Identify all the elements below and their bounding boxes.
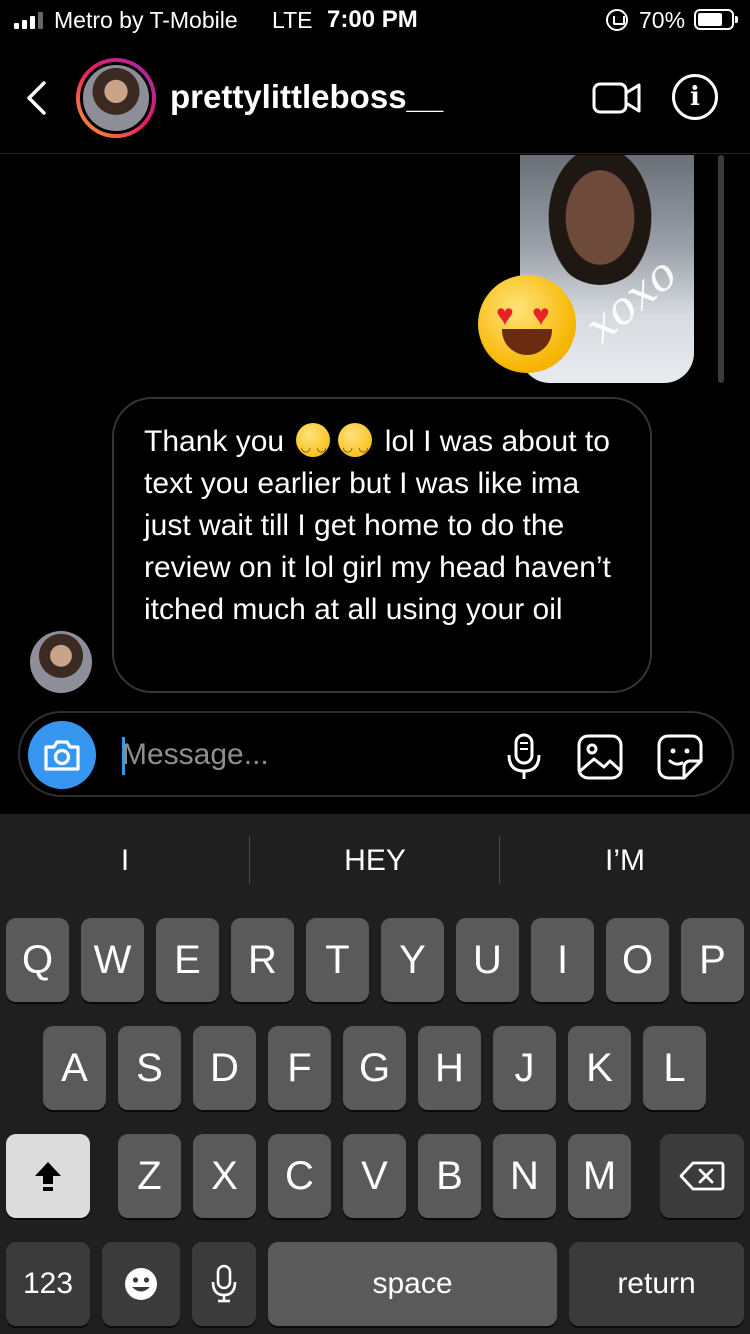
key-p[interactable]: P — [681, 918, 744, 1002]
shift-key[interactable] — [6, 1134, 90, 1218]
key-x[interactable]: X — [193, 1134, 256, 1218]
chevron-left-icon[interactable] — [24, 80, 48, 116]
incoming-message-bubble[interactable]: Thank you lol I was about to text you ea… — [112, 397, 652, 693]
contact-avatar[interactable] — [76, 58, 156, 138]
carrier-name: Metro by T-Mobile — [54, 7, 238, 33]
sender-avatar[interactable] — [30, 631, 92, 693]
camera-icon — [44, 740, 80, 771]
message-thread[interactable]: xoxo ♥ ♥ Thank you lol I was about to te… — [0, 155, 750, 710]
cellular-signal-icon — [14, 11, 43, 29]
message-composer — [18, 711, 734, 797]
microphone-icon[interactable] — [504, 733, 544, 781]
keyboard: I HEY I’M Q W E R T Y U I O P A S D F G … — [0, 814, 750, 1334]
contact-username[interactable]: prettylittleboss__ — [170, 78, 443, 116]
heart-eyes-emoji-icon[interactable]: ♥ ♥ — [478, 275, 576, 373]
status-time: 7:00 PM — [327, 6, 418, 33]
return-key[interactable]: return — [569, 1242, 744, 1326]
key-i[interactable]: I — [531, 918, 594, 1002]
emoji-key[interactable] — [102, 1242, 180, 1326]
delete-key[interactable] — [660, 1134, 744, 1218]
emoji-icon — [125, 1268, 157, 1300]
orientation-lock-icon — [606, 9, 628, 31]
key-s[interactable]: S — [118, 1026, 181, 1110]
key-z[interactable]: Z — [118, 1134, 181, 1218]
space-key[interactable]: space — [268, 1242, 557, 1326]
battery-percentage: 70% — [639, 7, 686, 33]
key-a[interactable]: A — [43, 1026, 106, 1110]
numbers-key[interactable]: 123 — [6, 1242, 90, 1326]
key-t[interactable]: T — [306, 918, 369, 1002]
predictive-suggestions: I HEY I’M — [0, 814, 750, 914]
key-j[interactable]: J — [493, 1026, 556, 1110]
camera-button[interactable] — [28, 721, 96, 789]
key-r[interactable]: R — [231, 918, 294, 1002]
key-m[interactable]: M — [568, 1134, 631, 1218]
relieved-face-emoji-icon — [296, 423, 331, 468]
key-g[interactable]: G — [343, 1026, 406, 1110]
key-c[interactable]: C — [268, 1134, 331, 1218]
sticker-icon[interactable] — [656, 733, 704, 781]
key-o[interactable]: O — [606, 918, 669, 1002]
network-type: LTE — [272, 7, 313, 33]
key-e[interactable]: E — [156, 918, 219, 1002]
key-q[interactable]: Q — [6, 918, 69, 1002]
dictation-key[interactable] — [192, 1242, 256, 1326]
key-l[interactable]: L — [643, 1026, 706, 1110]
suggestion-1[interactable]: I — [0, 844, 250, 878]
key-k[interactable]: K — [568, 1026, 631, 1110]
backspace-icon — [679, 1161, 725, 1191]
gallery-icon[interactable] — [576, 733, 624, 781]
key-w[interactable]: W — [81, 918, 144, 1002]
message-input[interactable] — [122, 735, 482, 775]
relieved-face-emoji-icon — [338, 423, 373, 468]
incoming-message-text: Thank you lol I was about to text you ea… — [144, 421, 620, 631]
key-y[interactable]: Y — [381, 918, 444, 1002]
key-u[interactable]: U — [456, 918, 519, 1002]
shift-arrow-icon — [35, 1162, 61, 1191]
scrollbar[interactable] — [718, 155, 724, 383]
chat-header: prettylittleboss__ i — [0, 48, 750, 154]
key-n[interactable]: N — [493, 1134, 556, 1218]
key-b[interactable]: B — [418, 1134, 481, 1218]
key-d[interactable]: D — [193, 1026, 256, 1110]
key-f[interactable]: F — [268, 1026, 331, 1110]
info-icon[interactable]: i — [672, 74, 718, 120]
video-call-icon[interactable] — [592, 80, 642, 116]
microphone-icon — [211, 1264, 237, 1303]
suggestion-2[interactable]: HEY — [250, 844, 500, 878]
key-v[interactable]: V — [343, 1134, 406, 1218]
suggestion-3[interactable]: I’M — [500, 844, 750, 878]
status-bar: Metro by T-Mobile LTE 7:00 PM 70% — [0, 0, 750, 40]
key-h[interactable]: H — [418, 1026, 481, 1110]
battery-icon — [694, 9, 738, 30]
